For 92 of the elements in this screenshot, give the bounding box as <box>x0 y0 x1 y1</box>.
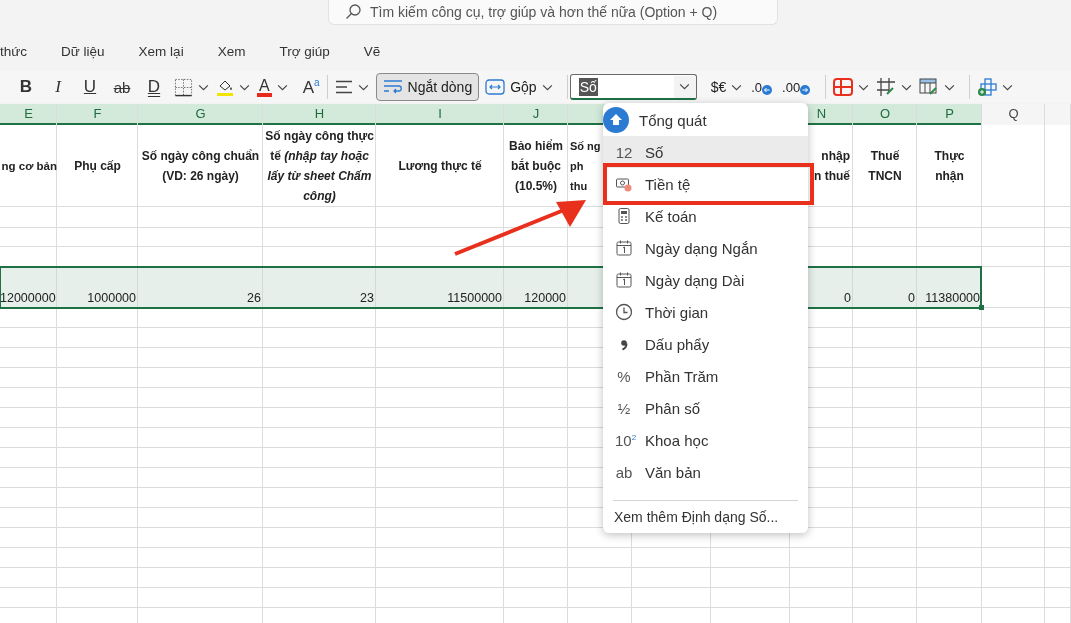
header-text: Số ngày công chuẩn (VD: 26 ngày) <box>140 148 261 185</box>
strike-button[interactable]: ab <box>106 78 138 96</box>
caret-icon[interactable] <box>731 83 743 91</box>
percent-icon: % <box>615 367 633 385</box>
menu-item[interactable]: Dấu phẩy <box>603 328 808 360</box>
column-header[interactable]: E <box>24 106 33 121</box>
table-cell: 12000000 <box>0 291 56 305</box>
menu-item[interactable]: ½ Phân số <box>603 392 808 424</box>
caret-icon[interactable] <box>1002 83 1014 91</box>
dropdown-icon[interactable] <box>679 83 691 90</box>
number-format-field[interactable]: Số <box>569 74 697 100</box>
table-cell: 0 <box>844 291 851 305</box>
italic-button[interactable]: I <box>42 77 74 97</box>
more-formats-link[interactable]: Xem thêm Định dạng Số... <box>603 509 808 525</box>
decrease-decimal-button[interactable]: .0 <box>751 79 773 95</box>
table-format-icon[interactable] <box>876 77 897 97</box>
table-cell: 11500000 <box>447 291 502 305</box>
ribbon-tab[interactable]: Xem lại <box>138 43 184 59</box>
font-color-button[interactable]: A <box>257 77 272 97</box>
cell-styles-icon[interactable] <box>919 77 940 97</box>
caret-icon[interactable] <box>541 83 553 91</box>
caret-icon[interactable] <box>944 83 956 91</box>
table-cell: 120000 <box>524 291 566 305</box>
insert-cells-icon[interactable] <box>977 77 998 97</box>
menu-item[interactable]: % Phần Trăm <box>603 360 808 392</box>
double-underline-button[interactable]: D <box>138 77 170 97</box>
borders-icon[interactable] <box>174 77 193 97</box>
currency-button[interactable]: $€ <box>710 79 727 95</box>
menu-item[interactable]: Ngày dạng Dài <box>603 264 808 296</box>
time-icon <box>615 303 633 321</box>
grow-font-button[interactable]: A$^{a}$ <box>302 76 320 98</box>
header-text: nhập n thuế <box>814 148 850 185</box>
header-text: Bảo hiểm bắt buộc (10.5%) <box>508 138 564 195</box>
conditional-format-icon[interactable] <box>833 78 854 96</box>
header-text: Phụ cấp <box>74 158 121 175</box>
date-long-icon <box>615 271 633 289</box>
caret-icon[interactable] <box>198 83 209 91</box>
column-header[interactable]: H <box>314 106 325 121</box>
column-header[interactable]: Q <box>1008 106 1019 121</box>
bold-button[interactable]: B <box>10 77 42 97</box>
increase-decimal-button[interactable]: .00 <box>782 79 811 95</box>
header-text: Lương thực tế <box>398 158 482 175</box>
column-header[interactable]: O <box>879 106 891 121</box>
align-icon[interactable] <box>334 80 353 94</box>
column-header[interactable]: N <box>816 106 827 121</box>
table-cell: 11380000 <box>925 291 980 305</box>
merge-icon[interactable] <box>485 78 506 96</box>
wrap-text-button[interactable]: Ngắt dòng <box>375 73 480 101</box>
caret-icon[interactable] <box>276 83 288 91</box>
fraction-icon: ½ <box>615 399 633 417</box>
header-text: Thực nhận <box>933 148 966 185</box>
ribbon-tab[interactable]: Trợ giúp <box>279 43 330 59</box>
column-header[interactable]: J <box>532 106 540 121</box>
menu-item[interactable]: Thời gian <box>603 296 808 328</box>
search-icon <box>345 4 361 20</box>
search-field[interactable]: Tìm kiếm công cụ, trợ giúp và hơn thế nữa (Option + Q) <box>328 0 778 25</box>
menu-item[interactable]: 10$^{2}$ Khoa học <box>603 424 808 456</box>
accounting-icon <box>615 207 633 225</box>
caret-icon[interactable] <box>239 83 250 91</box>
table-cell: 0 <box>908 291 915 305</box>
column-header[interactable]: P <box>945 106 954 121</box>
header-text: Thuế TNCN <box>867 148 903 185</box>
caret-icon[interactable] <box>901 83 913 91</box>
column-header[interactable]: G <box>195 106 206 121</box>
header-text: Số ng ph thu <box>570 139 601 194</box>
header-text: ng cơ bản <box>1 159 57 174</box>
table-cell: 1000000 <box>87 291 136 305</box>
menu-item[interactable]: Ngày dạng Ngắn <box>603 232 808 264</box>
column-header[interactable]: I <box>438 106 442 121</box>
ribbon-tab[interactable]: Vẽ <box>363 43 381 59</box>
menu-item[interactable]: Tổng quát <box>603 104 808 136</box>
number-icon: 12 <box>615 143 633 161</box>
underline-button[interactable]: U <box>74 77 106 97</box>
caret-icon[interactable] <box>357 83 369 91</box>
left-arrow-icon <box>762 84 773 95</box>
currency-icon <box>615 175 633 193</box>
menu-item[interactable]: Tiền tệ <box>603 168 808 200</box>
table-cell: 23 <box>360 291 374 305</box>
ribbon-tab[interactable]: Xem <box>217 43 246 59</box>
merge-button[interactable]: Gộp <box>510 79 537 95</box>
header-text: Số ngày công thực tế (nhập tay hoặc lấy từ sheet Chấm công) <box>265 128 374 205</box>
table-cell: 26 <box>247 291 261 305</box>
right-arrow-icon <box>800 84 811 95</box>
wrap-icon <box>382 79 403 95</box>
date-short-icon <box>615 239 633 257</box>
text-icon: ab <box>615 463 633 481</box>
ribbon-tab[interactable]: thức <box>0 43 28 59</box>
column-header[interactable]: F <box>93 106 102 121</box>
ribbon-tab[interactable]: Dữ liệu <box>61 43 105 59</box>
menu-item[interactable]: ab Văn bản <box>603 456 808 488</box>
caret-icon[interactable] <box>858 83 870 91</box>
menu-item[interactable]: Kế toán <box>603 200 808 232</box>
